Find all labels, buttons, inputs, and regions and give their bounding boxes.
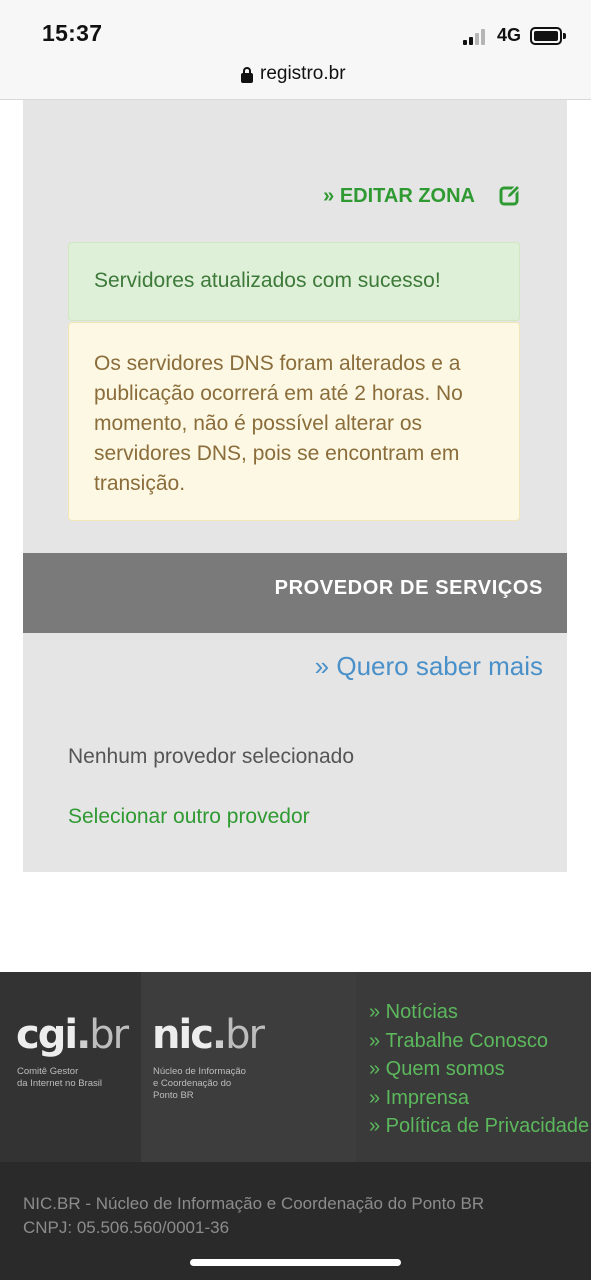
footer-link-quem-somos[interactable]: » Quem somos	[369, 1058, 505, 1080]
footer-link-trabalhe-conosco[interactable]: » Trabalhe Conosco	[369, 1030, 548, 1052]
success-alert: Servidores atualizados com sucesso!	[68, 242, 520, 321]
cgi-logo-dot: .	[76, 1012, 91, 1058]
home-indicator[interactable]	[190, 1259, 401, 1266]
url-text[interactable]: registro.br	[260, 63, 346, 85]
battery-icon	[530, 27, 566, 45]
clock: 15:37	[42, 20, 103, 46]
no-provider-text: Nenhum provedor selecionado	[68, 745, 355, 768]
cgi-logo[interactable]: cgi.br Comitê Gestor da Internet no Bras…	[0, 972, 141, 1162]
footer-link-noticias[interactable]: » Notícias	[369, 1001, 458, 1023]
warning-alert: Os servidores DNS foram alterados e a pu…	[68, 322, 520, 521]
cgi-subtitle-line-2: da Internet no Brasil	[17, 1078, 103, 1089]
nic-subtitle-line-3: Ponto BR	[153, 1090, 194, 1101]
footer-org-line: NIC.BR - Núcleo de Informação e Coordena…	[23, 1194, 485, 1213]
provider-section-header: PROVEDOR DE SERVIÇOS	[23, 553, 567, 633]
select-provider-link[interactable]: Selecionar outro provedor	[68, 805, 310, 829]
network-type: 4G	[497, 25, 522, 45]
nic-subtitle-line-1: Núcleo de Informação	[153, 1066, 246, 1077]
status-bar: 15:37 4G	[0, 0, 591, 60]
learn-more-link[interactable]: » Quero saber mais	[315, 651, 543, 682]
url-bar[interactable]: registro.br	[0, 60, 591, 100]
lock-icon	[241, 67, 253, 83]
edit-icon[interactable]	[499, 184, 521, 206]
footer-links: » Notícias » Trabalhe Conosco » Quem som…	[369, 998, 589, 1141]
cellular-signal-icon	[463, 29, 489, 45]
footer-link-privacidade[interactable]: » Política de Privacidade	[369, 1115, 589, 1137]
footer-link-imprensa[interactable]: » Imprensa	[369, 1087, 469, 1109]
domain-card: » EDITAR ZONA Servidores atualizados com…	[23, 100, 567, 872]
edit-zone-link[interactable]: » EDITAR ZONA	[323, 185, 475, 208]
nic-logo-tld: br	[225, 1012, 265, 1058]
cgi-subtitle-line-1: Comitê Gestor	[17, 1066, 79, 1077]
nic-subtitle-line-2: e Coordenação do	[153, 1078, 232, 1089]
cgi-logo-name: cgi	[16, 1012, 78, 1058]
footer-cnpj-line: CNPJ: 05.506.560/0001-36	[23, 1218, 230, 1237]
footer: cgi.br Comitê Gestor da Internet no Bras…	[0, 972, 591, 1162]
nic-logo[interactable]: nic.br Núcleo de Informação e Coordenaçã…	[141, 972, 356, 1162]
provider-title: PROVEDOR DE SERVIÇOS	[274, 577, 543, 599]
cgi-logo-tld: br	[89, 1012, 129, 1058]
nic-logo-dot: .	[211, 1012, 227, 1058]
nic-logo-name: nic	[152, 1012, 214, 1058]
